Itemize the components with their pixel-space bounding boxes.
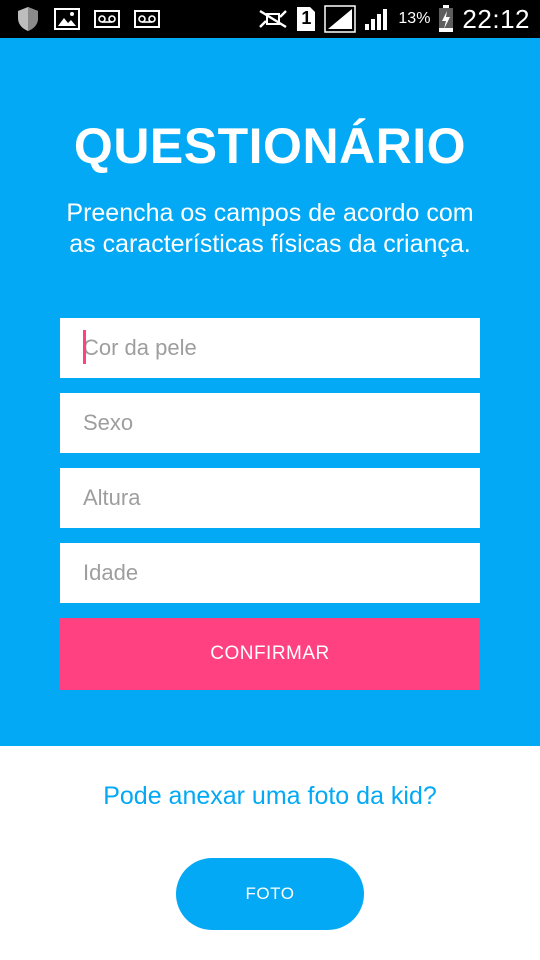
photo-question: Pode anexar uma foto da kid? xyxy=(103,782,437,810)
page-title: QUESTIONÁRIO xyxy=(73,118,467,174)
photo-button[interactable]: FOTO xyxy=(176,858,364,930)
status-bar-left xyxy=(16,6,174,32)
battery-percent: 13% xyxy=(398,10,431,27)
status-bar-right: 1 13% 22:12 xyxy=(250,4,530,35)
questionnaire-panel: QUESTIONÁRIO Preencha os campos de acord… xyxy=(0,38,540,746)
sex-input[interactable] xyxy=(60,393,480,453)
confirm-button[interactable]: CONFIRMAR xyxy=(60,618,480,690)
image-icon xyxy=(54,8,80,30)
voicemail-icon xyxy=(134,10,160,28)
age-input[interactable] xyxy=(60,543,480,603)
shield-icon xyxy=(16,6,40,32)
skin-color-input[interactable] xyxy=(60,318,480,378)
nfc-icon xyxy=(258,8,288,30)
battery-charging-icon xyxy=(438,5,454,33)
signal-strength-icon xyxy=(324,5,357,33)
status-bar: 1 13% 22:12 xyxy=(0,0,540,38)
voicemail-icon xyxy=(94,10,120,28)
clock: 22:12 xyxy=(462,3,530,34)
sim-card-icon: 1 xyxy=(296,6,316,32)
sim-number: 1 xyxy=(301,8,312,28)
text-cursor xyxy=(83,330,86,364)
signal-strength-icon xyxy=(364,7,390,31)
page-subtitle: Preencha os campos de acordo com as cara… xyxy=(66,199,474,258)
height-input[interactable] xyxy=(60,468,480,528)
